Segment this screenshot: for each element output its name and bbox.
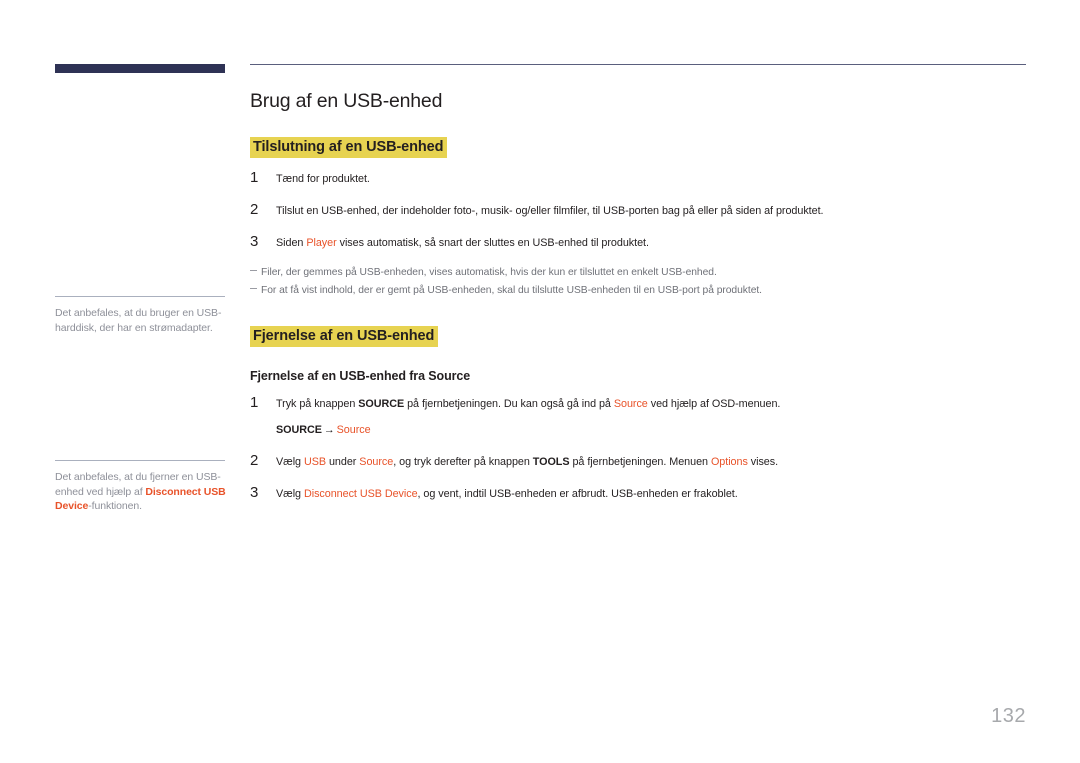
note-text: For at få vist indhold, der er gemt på U… bbox=[261, 285, 762, 296]
steps-list-fjernelse: 1 Tryk på knappen SOURCE på fjernbetjeni… bbox=[250, 395, 1026, 502]
bold-term: TOOLS bbox=[532, 456, 570, 468]
sidebar-note-2: Det anbefales, at du fjerner en USB-enhe… bbox=[55, 460, 227, 514]
accent-term: Player bbox=[306, 237, 337, 249]
text-run: Siden bbox=[276, 237, 307, 249]
menu-path-target: Source bbox=[336, 424, 371, 436]
document-page: Det anbefales, at du bruger en USB-hardd… bbox=[0, 0, 1080, 763]
accent-term: Source bbox=[613, 398, 648, 410]
step-item: 3 Vælg Disconnect USB Device, og vent, i… bbox=[250, 485, 1026, 502]
note-text: Filer, der gemmes på USB-enheden, vises … bbox=[261, 267, 717, 278]
step-text: Vælg Disconnect USB Device, og vent, ind… bbox=[276, 485, 1026, 502]
sub-heading-fjernelse-fra-source: Fjernelse af en USB-enhed fra Source bbox=[250, 369, 471, 383]
page-title: Brug af en USB-enhed bbox=[250, 90, 443, 112]
menu-path-key: SOURCE bbox=[276, 424, 322, 436]
accent-term: Options bbox=[710, 456, 748, 468]
section-heading-tilslutning: Tilslutning af en USB-enhed bbox=[250, 137, 448, 158]
menu-path: SOURCE → Source bbox=[276, 423, 1026, 438]
step-number: 2 bbox=[250, 201, 259, 218]
step-number: 3 bbox=[250, 233, 259, 250]
text-run: på fjernbetjeningen. Du kan også gå ind … bbox=[404, 398, 614, 410]
step-item: 2 Tilslut en USB-enhed, der indeholder f… bbox=[250, 202, 1026, 219]
step-text: Tilslut en USB-enhed, der indeholder fot… bbox=[276, 202, 1026, 219]
text-run: Tilslut en USB-enhed, der indeholder fot… bbox=[276, 205, 824, 217]
header-rule bbox=[250, 64, 1026, 65]
note-item: For at få vist indhold, der er gemt på U… bbox=[250, 284, 1026, 298]
sidebar-note-divider bbox=[55, 296, 225, 297]
text-run: Vælg bbox=[276, 456, 304, 468]
step-number: 3 bbox=[250, 484, 259, 501]
step-text: Vælg USB under Source, og tryk derefter … bbox=[276, 453, 1026, 470]
sidebar-top-bar bbox=[55, 64, 225, 73]
text-run: vises. bbox=[747, 456, 779, 468]
text-run: vises automatisk, så snart der sluttes e… bbox=[336, 237, 649, 249]
step-number: 1 bbox=[250, 394, 259, 411]
steps-list-tilslutning: 1 Tænd for produktet. 2 Tilslut en USB-e… bbox=[250, 170, 1026, 251]
sidebar-note-2-text: Det anbefales, at du fjerner en USB-enhe… bbox=[55, 470, 227, 514]
sidebar-accent-bar bbox=[55, 64, 225, 73]
main-content: Brug af en USB-enhed Tilslutning af en U… bbox=[250, 64, 1026, 517]
text-run: Tryk på knappen bbox=[276, 398, 359, 410]
note-item: Filer, der gemmes på USB-enheden, vises … bbox=[250, 266, 1026, 280]
text-run: Vælg bbox=[276, 488, 304, 500]
step-item: 1 Tryk på knappen SOURCE på fjernbetjeni… bbox=[250, 395, 1026, 438]
notes-list-tilslutning: Filer, der gemmes på USB-enheden, vises … bbox=[250, 266, 1026, 298]
text-run: under bbox=[326, 456, 360, 468]
page-number: 132 bbox=[991, 705, 1026, 727]
sidebar-note-1-text: Det anbefales, at du bruger en USB-hardd… bbox=[55, 306, 227, 335]
section-heading-fjernelse: Fjernelse af en USB-enhed bbox=[250, 326, 439, 347]
step-text: Siden Player vises automatisk, så snart … bbox=[276, 234, 1026, 251]
arrow-icon: → bbox=[323, 424, 335, 436]
text-run: , og tryk derefter på knappen bbox=[393, 456, 533, 468]
step-text: Tænd for produktet. bbox=[276, 170, 1026, 187]
text-run: ved hjælp af OSD-menuen. bbox=[647, 398, 781, 410]
accent-term: Source bbox=[359, 456, 394, 468]
step-item: 1 Tænd for produktet. bbox=[250, 170, 1026, 187]
step-text: Tryk på knappen SOURCE på fjernbetjening… bbox=[276, 395, 1026, 438]
sidebar-note-1: Det anbefales, at du bruger en USB-hardd… bbox=[55, 296, 227, 335]
sidebar-note-divider bbox=[55, 460, 225, 461]
dash-marker-icon bbox=[250, 266, 261, 280]
accent-term: Disconnect USB Device bbox=[303, 488, 418, 500]
text-run: -funktionen. bbox=[88, 500, 142, 512]
step-number: 2 bbox=[250, 452, 259, 469]
dash-marker-icon bbox=[250, 284, 261, 298]
step-text-line: Tryk på knappen SOURCE på fjernbetjening… bbox=[276, 398, 780, 410]
text-run: Tænd for produktet. bbox=[276, 173, 370, 185]
step-number: 1 bbox=[250, 169, 259, 186]
accent-term: USB bbox=[303, 456, 327, 468]
text-run: , og vent, indtil USB-enheden er afbrudt… bbox=[417, 488, 738, 500]
step-item: 2 Vælg USB under Source, og tryk derefte… bbox=[250, 453, 1026, 470]
bold-term: SOURCE bbox=[358, 398, 405, 410]
text-run: Det anbefales, at du bruger en USB-hardd… bbox=[55, 307, 222, 334]
text-run: på fjernbetjeningen. Menuen bbox=[569, 456, 711, 468]
step-item: 3 Siden Player vises automatisk, så snar… bbox=[250, 234, 1026, 251]
